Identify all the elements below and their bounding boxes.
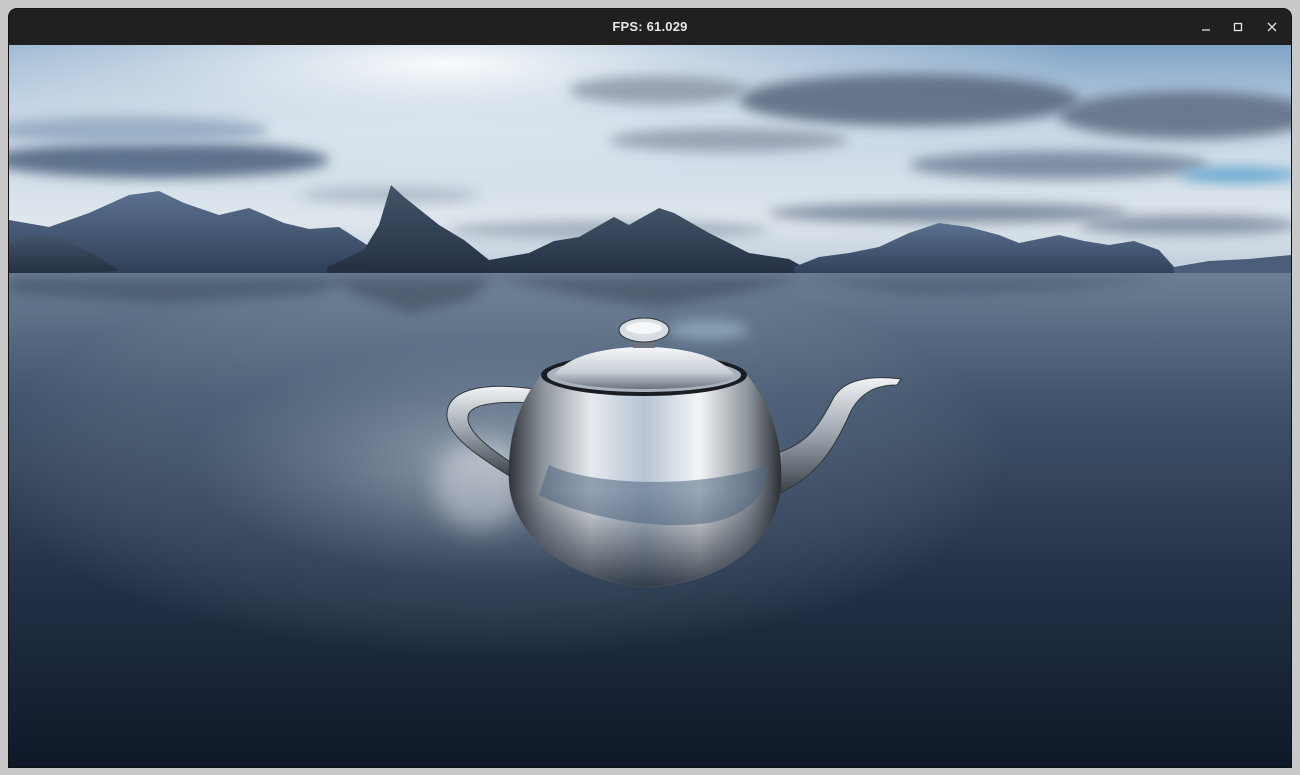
scene-canvas [9,45,1291,767]
render-viewport[interactable] [9,45,1291,767]
close-icon [1266,21,1278,33]
window-title: FPS: 61.029 [612,19,688,34]
title-bar[interactable]: FPS: 61.029 [9,9,1291,45]
app-window: FPS: 61.029 [9,9,1291,767]
close-button[interactable] [1255,9,1289,45]
maximize-icon [1232,21,1244,33]
maximize-button[interactable] [1221,9,1255,45]
minimize-button[interactable] [1189,9,1223,45]
minimize-icon [1200,21,1212,33]
